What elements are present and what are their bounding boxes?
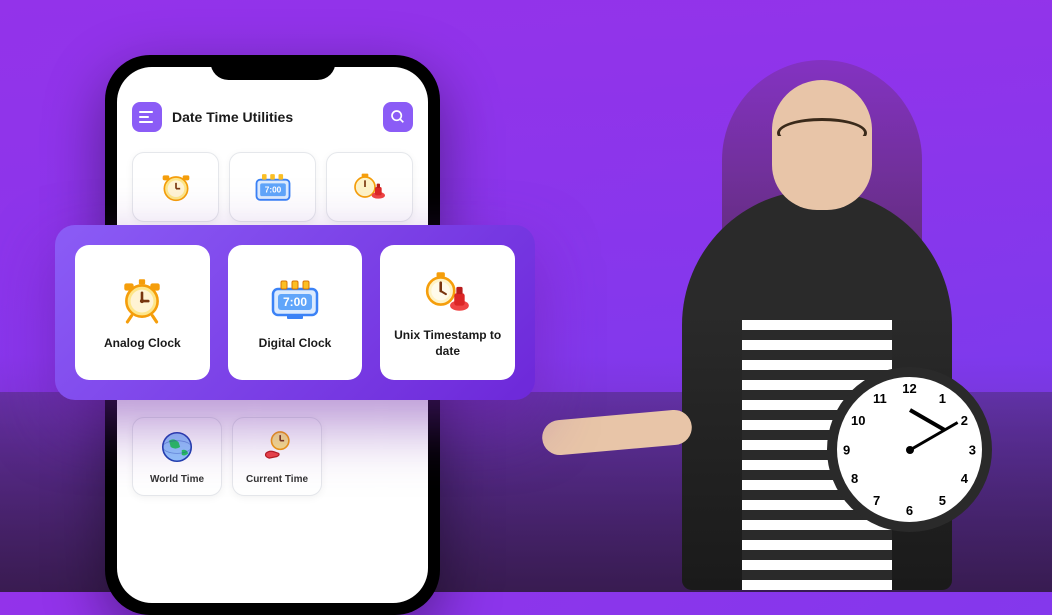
svg-text:7:00: 7:00 — [264, 186, 281, 195]
card-label: Analog Clock — [104, 336, 181, 352]
app-title: Date Time Utilities — [172, 109, 373, 125]
card-analog-clock[interactable]: Analog Clock — [75, 245, 210, 380]
globe-icon — [158, 428, 196, 466]
analog-clock-icon — [156, 167, 196, 207]
tile-label: World Time — [150, 474, 204, 485]
card-unix-timestamp[interactable]: Unix Timestamp to date — [380, 245, 515, 380]
digital-clock-icon: 7:00 — [251, 167, 295, 207]
tile-timestamp-small[interactable] — [326, 152, 413, 222]
tile-world-time[interactable]: World Time — [132, 417, 222, 496]
wall-clock-prop: 12 3 6 9 1 2 4 5 7 8 10 11 — [827, 367, 992, 532]
tile-label: Current Time — [246, 474, 308, 485]
menu-button[interactable] — [132, 102, 162, 132]
hand-clock-icon — [258, 428, 296, 466]
digital-clock-icon: 7:00 — [267, 274, 323, 324]
svg-text:7:00: 7:00 — [283, 295, 307, 309]
tile-digital-small[interactable]: 7:00 — [229, 152, 316, 222]
card-label: Digital Clock — [259, 336, 332, 352]
tile-current-time[interactable]: Current Time — [232, 417, 322, 496]
analog-clock-icon — [117, 274, 167, 324]
stopwatch-stamp-icon — [423, 266, 473, 316]
card-digital-clock[interactable]: 7:00 Digital Clock — [228, 245, 363, 380]
bottom-tiles-row: World Time Current Time — [117, 407, 428, 506]
card-label: Unix Timestamp to date — [390, 328, 505, 359]
stopwatch-stamp-icon — [350, 167, 390, 207]
small-tiles-row: 7:00 — [117, 142, 428, 232]
search-icon — [390, 109, 406, 125]
tile-analog-small[interactable] — [132, 152, 219, 222]
phone-notch — [210, 55, 335, 80]
feature-popout-panel: Analog Clock 7:00 Digital Clock — [55, 225, 535, 400]
search-button[interactable] — [383, 102, 413, 132]
